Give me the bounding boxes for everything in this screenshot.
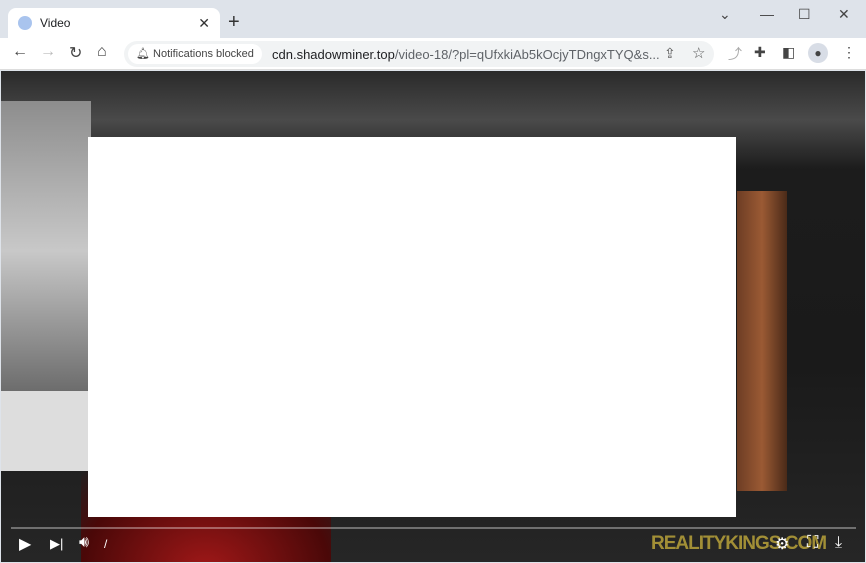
tab-video[interactable]: Video ✕ <box>8 8 220 38</box>
video-frame-detail <box>1 391 91 471</box>
tab-title: Video <box>40 16 71 30</box>
volume-button[interactable]: 🔊︎ <box>79 534 89 552</box>
blank-overlay[interactable] <box>88 137 736 517</box>
close-tab-icon[interactable]: ✕ <box>198 15 210 32</box>
forward-button[interactable]: → <box>40 43 56 61</box>
new-tab-button[interactable]: + <box>228 11 240 34</box>
url-host: cdn.shadowminer.top <box>272 47 395 62</box>
minimize-button[interactable]: — <box>760 6 774 22</box>
url-path: /video-18/?pl=qUfxkiAb5kOcjyTDngxTYQ&s..… <box>394 47 660 62</box>
watermark-logo: REALITYKINGS.COM <box>651 533 827 554</box>
address-bar[interactable]: 🔔︎ Notifications blocked cdn.shadowminer… <box>124 41 714 67</box>
bookmark-star-icon[interactable]: ☆ <box>692 44 705 62</box>
video-player[interactable]: REALITYKINGS.COM ▶ ▶| 🔊︎ / ⚙ ⛶ ⤓ <box>1 71 865 562</box>
time-display: / <box>104 537 108 551</box>
reload-button[interactable]: ↻ <box>69 43 82 63</box>
video-frame-detail <box>737 191 787 491</box>
back-button[interactable]: ← <box>12 43 28 61</box>
video-frame-background <box>1 101 91 401</box>
share-icon[interactable]: ⇪ <box>664 45 676 62</box>
url-text[interactable]: cdn.shadowminer.top/video-18/?pl=qUfxkiA… <box>272 47 660 62</box>
side-panel-icon[interactable]: ◧ <box>782 44 795 61</box>
home-button[interactable]: ⌂ <box>97 43 107 61</box>
extension-pin-icon[interactable]: ⤴ <box>728 44 742 64</box>
browser-toolbar: ← → ↻ ⌂ 🔔︎ Notifications blocked cdn.sha… <box>0 38 866 70</box>
play-button[interactable]: ▶ <box>19 534 31 554</box>
settings-gear-icon[interactable]: ⚙ <box>775 534 789 554</box>
maximize-button[interactable]: ☐ <box>798 6 811 23</box>
tab-strip: Video ✕ + ⌄ — ☐ ✕ <box>0 0 866 38</box>
tab-search-icon[interactable]: ⌄ <box>719 6 731 23</box>
close-window-button[interactable]: ✕ <box>838 6 850 23</box>
menu-icon[interactable]: ⋮ <box>842 44 856 61</box>
fullscreen-icon[interactable]: ⛶ <box>807 534 818 552</box>
bell-icon: 🔔︎ <box>136 48 154 60</box>
video-favicon-icon <box>18 16 32 30</box>
progress-bar[interactable] <box>11 527 856 529</box>
download-icon[interactable]: ⤓ <box>835 534 842 552</box>
next-button[interactable]: ▶| <box>50 536 63 552</box>
profile-avatar[interactable]: ● <box>808 43 828 63</box>
chip-label: Notifications blocked <box>153 48 254 60</box>
extensions-icon[interactable]: ✚ <box>754 44 766 61</box>
notifications-blocked-chip[interactable]: 🔔︎ Notifications blocked <box>128 44 262 64</box>
